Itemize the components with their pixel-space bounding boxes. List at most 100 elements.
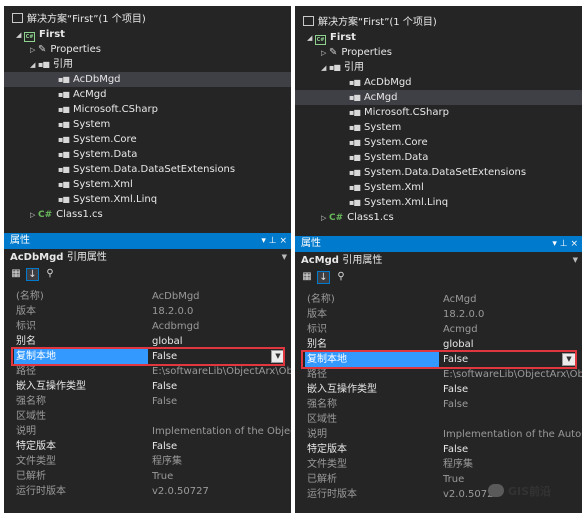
property-row[interactable]: 标识 Acmgd bbox=[295, 322, 582, 337]
tree-item-reference[interactable]: ▪■ AcMgd bbox=[295, 90, 582, 105]
assembly-reference-icon: ▪■ bbox=[349, 138, 361, 147]
property-row[interactable]: (名称) AcDbMgd bbox=[4, 289, 291, 304]
assembly-reference-icon: ▪■ bbox=[349, 78, 361, 87]
chevron-down-icon[interactable]: ▼ bbox=[573, 253, 578, 268]
property-row[interactable]: 特定版本 False bbox=[295, 442, 582, 457]
tree-item-reference[interactable]: ▪■ System.Xml bbox=[4, 177, 291, 192]
property-row[interactable]: (名称) AcMgd bbox=[295, 292, 582, 307]
property-value: v2.0.50727 bbox=[152, 486, 209, 497]
object-selector[interactable]: AcMgd 引用属性 ▼ bbox=[295, 253, 582, 268]
property-value: 18.2.0.0 bbox=[443, 309, 485, 320]
property-row[interactable]: 嵌入互操作类型 False bbox=[295, 382, 582, 397]
tree-item-reference[interactable]: ▪■ System.Core bbox=[295, 135, 582, 150]
chevron-down-icon[interactable]: ▼ bbox=[282, 250, 287, 265]
solution-explorer-tree: 解决方案“First”(1 个项目) ◢ C# First ▷ ✎ Properties ◢ ▪… bbox=[4, 6, 291, 228]
property-row[interactable]: 特定版本 False bbox=[4, 439, 291, 454]
property-row[interactable]: 说明 Implementation of the AutoCAI bbox=[295, 427, 582, 442]
tree-item-solution[interactable]: 解决方案“First”(1 个项目) bbox=[4, 12, 291, 27]
tree-item-class-file[interactable]: ▷ C# Class1.cs bbox=[4, 207, 291, 222]
tree-item-project[interactable]: ◢ C# First bbox=[4, 27, 291, 42]
collapsed-arrow-icon[interactable]: ▷ bbox=[321, 46, 329, 61]
property-row[interactable]: 文件类型 程序集 bbox=[4, 454, 291, 469]
property-row[interactable]: 标识 Acdbmgd bbox=[4, 319, 291, 334]
reference-label: System.Data bbox=[363, 152, 429, 163]
assembly-reference-icon: ▪■ bbox=[349, 108, 361, 117]
tree-item-reference[interactable]: ▪■ System.Xml bbox=[295, 180, 582, 195]
object-selector[interactable]: AcDbMgd 引用属性 ▼ bbox=[4, 250, 291, 265]
tree-item-reference[interactable]: ▪■ Microsoft.CSharp bbox=[295, 105, 582, 120]
property-row[interactable]: 路径 E:\softwareLib\ObjectArx\Obje bbox=[295, 367, 582, 382]
property-value: 程序集 bbox=[152, 456, 182, 467]
property-row[interactable]: 区域性 bbox=[295, 412, 582, 427]
property-row[interactable]: 说明 Implementation of the ObjectD bbox=[4, 424, 291, 439]
tree-item-reference[interactable]: ▪■ System.Core bbox=[4, 132, 291, 147]
tree-item-reference[interactable]: ▪■ AcDbMgd bbox=[295, 75, 582, 90]
reference-label: System.Xml.Linq bbox=[72, 194, 158, 205]
property-pages-icon[interactable]: ⚲ bbox=[44, 268, 56, 280]
assembly-reference-icon: ▪■ bbox=[58, 75, 70, 84]
property-name: 标识 bbox=[16, 321, 36, 332]
property-row[interactable]: 嵌入互操作类型 False bbox=[4, 379, 291, 394]
collapsed-arrow-icon[interactable]: ▷ bbox=[30, 208, 38, 223]
categorized-icon[interactable]: ▦ bbox=[301, 271, 313, 283]
reference-label: Microsoft.CSharp bbox=[72, 104, 158, 115]
property-name: 文件类型 bbox=[16, 456, 56, 467]
assembly-reference-icon: ▪■ bbox=[58, 180, 70, 189]
tree-item-class-file[interactable]: ▷ C# Class1.cs bbox=[295, 210, 582, 225]
tree-item-references[interactable]: ◢ ▪■ 引用 bbox=[4, 57, 291, 72]
property-row[interactable]: 强名称 False bbox=[4, 394, 291, 409]
properties-toolbar: ▦ ↓ ⚲ bbox=[4, 266, 291, 282]
property-name: 版本 bbox=[16, 306, 36, 317]
expand-arrow-icon[interactable]: ◢ bbox=[307, 31, 315, 46]
tree-item-reference[interactable]: ▪■ AcMgd bbox=[4, 87, 291, 102]
tree-item-reference[interactable]: ▪■ System.Data.DataSetExtensions bbox=[4, 162, 291, 177]
property-pages-icon[interactable]: ⚲ bbox=[335, 271, 347, 283]
property-row[interactable]: 强名称 False bbox=[295, 397, 582, 412]
property-name: 路径 bbox=[307, 369, 327, 380]
property-value: False bbox=[443, 384, 469, 395]
assembly-reference-icon: ▪■ bbox=[58, 105, 70, 114]
expand-arrow-icon[interactable]: ◢ bbox=[321, 61, 329, 76]
tree-item-reference[interactable]: ▪■ System.Data bbox=[295, 150, 582, 165]
property-value: False bbox=[443, 444, 469, 455]
alphabetical-icon[interactable]: ↓ bbox=[317, 271, 330, 284]
reference-label: AcMgd bbox=[72, 89, 107, 100]
project-name: First bbox=[330, 32, 356, 43]
window-control-buttons[interactable]: ▾ ⊥ × bbox=[261, 233, 287, 249]
references-icon: ▪■ bbox=[329, 63, 341, 72]
tree-item-properties[interactable]: ▷ ✎ Properties bbox=[295, 45, 582, 60]
property-row[interactable]: 版本 18.2.0.0 bbox=[4, 304, 291, 319]
property-row[interactable]: 路径 E:\softwareLib\ObjectArx\Objec bbox=[4, 364, 291, 379]
tree-item-solution[interactable]: 解决方案“First”(1 个项目) bbox=[295, 15, 582, 30]
reference-label: System.Core bbox=[363, 137, 428, 148]
tree-item-reference[interactable]: ▪■ System bbox=[295, 120, 582, 135]
tree-item-reference[interactable]: ▪■ System bbox=[4, 117, 291, 132]
tree-item-reference[interactable]: ▪■ System.Data bbox=[4, 147, 291, 162]
watermark-text: GIS前沿 bbox=[508, 485, 552, 498]
tree-item-properties[interactable]: ▷ ✎ Properties bbox=[4, 42, 291, 57]
expand-arrow-icon[interactable]: ◢ bbox=[16, 28, 24, 43]
expand-arrow-icon[interactable]: ◢ bbox=[30, 58, 38, 73]
collapsed-arrow-icon[interactable]: ▷ bbox=[30, 43, 38, 58]
tree-item-reference[interactable]: ▪■ AcDbMgd bbox=[4, 72, 291, 87]
wechat-icon bbox=[488, 484, 504, 497]
property-row[interactable]: 运行时版本 v2.0.50727 bbox=[4, 484, 291, 499]
property-row[interactable]: 区域性 bbox=[4, 409, 291, 424]
categorized-icon[interactable]: ▦ bbox=[10, 268, 22, 280]
assembly-reference-icon: ▪■ bbox=[58, 150, 70, 159]
left-ide-panel: 解决方案“First”(1 个项目) ◢ C# First ▷ ✎ Properties ◢ ▪… bbox=[4, 6, 291, 513]
tree-item-reference[interactable]: ▪■ System.Data.DataSetExtensions bbox=[295, 165, 582, 180]
property-value: False bbox=[152, 441, 178, 452]
alphabetical-icon[interactable]: ↓ bbox=[26, 268, 39, 281]
property-row[interactable]: 文件类型 程序集 bbox=[295, 457, 582, 472]
tree-item-reference[interactable]: ▪■ System.Xml.Linq bbox=[295, 195, 582, 210]
property-row[interactable]: 已解析 True bbox=[4, 469, 291, 484]
references-node: 引用 bbox=[343, 62, 364, 73]
property-row[interactable]: 版本 18.2.0.0 bbox=[295, 307, 582, 322]
collapsed-arrow-icon[interactable]: ▷ bbox=[321, 211, 329, 226]
window-control-buttons[interactable]: ▾ ⊥ × bbox=[552, 236, 578, 252]
tree-item-project[interactable]: ◢ C# First bbox=[295, 30, 582, 45]
tree-item-reference[interactable]: ▪■ System.Xml.Linq bbox=[4, 192, 291, 207]
tree-item-reference[interactable]: ▪■ Microsoft.CSharp bbox=[4, 102, 291, 117]
tree-item-references[interactable]: ◢ ▪■ 引用 bbox=[295, 60, 582, 75]
